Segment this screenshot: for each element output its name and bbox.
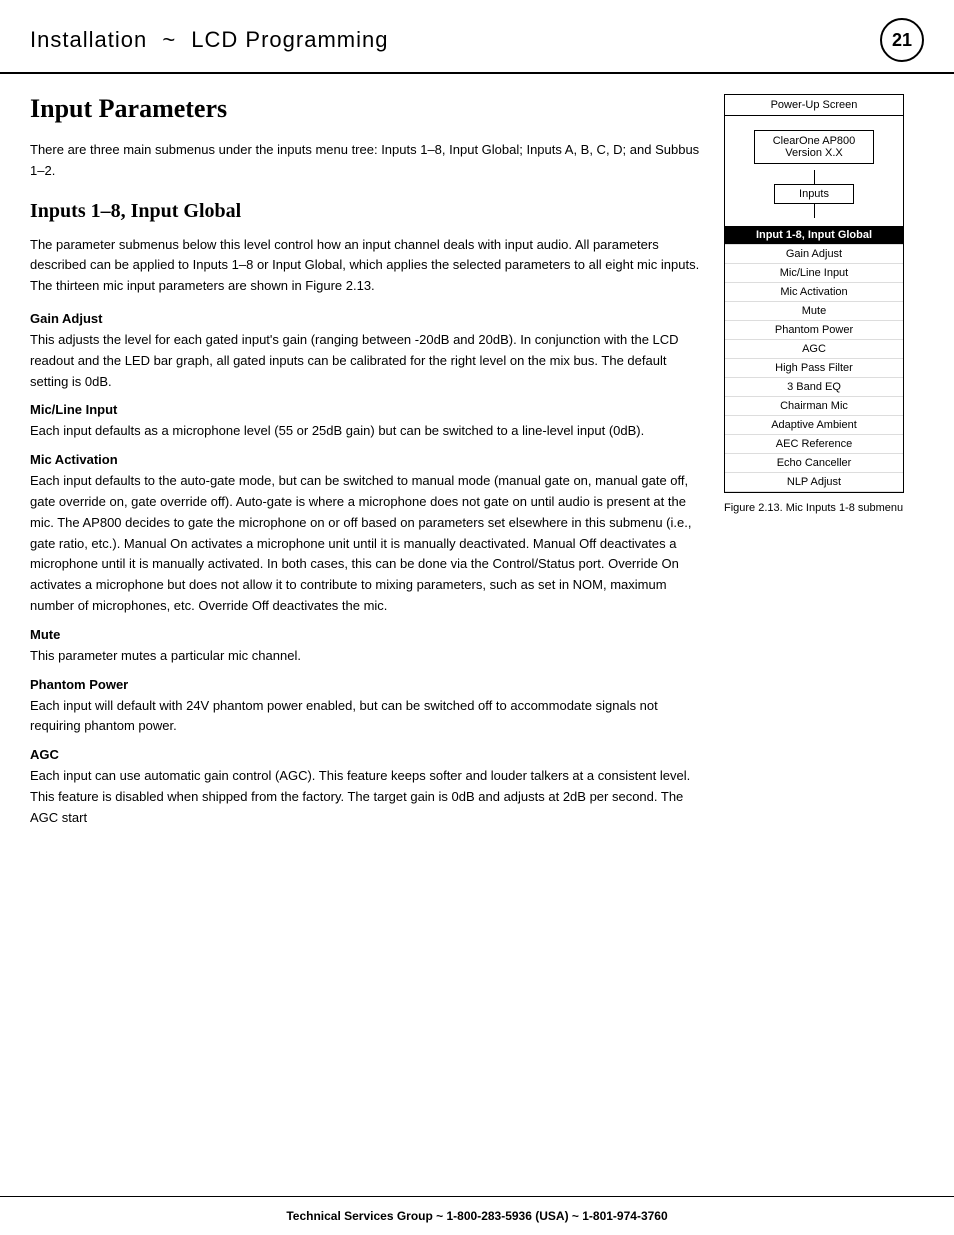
diagram-menu-mic-activation: Mic Activation — [725, 283, 903, 302]
diagram-menu-adaptive-ambient: Adaptive Ambient — [725, 416, 903, 435]
section1-description: The parameter submenus below this level … — [30, 235, 700, 297]
subsection-agc-text: Each input can use automatic gain contro… — [30, 766, 700, 828]
subsection-phantom-power-text: Each input will default with 24V phantom… — [30, 696, 700, 738]
diagram-box: Power-Up Screen ClearOne AP800 Version X… — [724, 94, 904, 493]
footer-text: Technical Services Group ~ 1-800-283-593… — [286, 1209, 667, 1223]
diagram-menu-chairman-mic: Chairman Mic — [725, 397, 903, 416]
footer: Technical Services Group ~ 1-800-283-593… — [0, 1196, 954, 1235]
sidebar: Power-Up Screen ClearOne AP800 Version X… — [724, 94, 924, 835]
diagram-menu-nlp-adjust: NLP Adjust — [725, 473, 903, 492]
subsection-mic-line: Mic/Line Input Each input defaults as a … — [30, 402, 700, 442]
figure-caption: Figure 2.13. Mic Inputs 1-8 submenu — [724, 501, 924, 516]
section1-title: Inputs 1–8, Input Global — [30, 200, 700, 223]
intro-text: There are three main submenus under the … — [30, 140, 700, 182]
diagram-menu-gain-adjust: Gain Adjust — [725, 245, 903, 264]
subsection-mute: Mute This parameter mutes a particular m… — [30, 627, 700, 667]
diagram-menu-mute: Mute — [725, 302, 903, 321]
header-tilde: ~ — [162, 27, 176, 52]
connector2 — [814, 204, 815, 218]
diagram-inputs-box: Inputs — [774, 184, 854, 204]
connector1 — [814, 170, 815, 184]
diagram-highlighted-item: Input 1-8, Input Global — [725, 226, 903, 245]
subsection-phantom-power-title: Phantom Power — [30, 677, 700, 692]
subsection-mic-activation-text: Each input defaults to the auto-gate mod… — [30, 471, 700, 617]
subsection-gain-adjust: Gain Adjust This adjusts the level for e… — [30, 311, 700, 392]
diagram-menu-list: Gain Adjust Mic/Line Input Mic Activatio… — [725, 245, 903, 492]
main-text: Input Parameters There are three main su… — [30, 94, 700, 835]
subsection-agc-title: AGC — [30, 747, 700, 762]
page: Installation ~ LCD Programming 21 Input … — [0, 0, 954, 1235]
diagram-menu-aec-reference: AEC Reference — [725, 435, 903, 454]
subsection-mute-text: This parameter mutes a particular mic ch… — [30, 646, 700, 667]
page-title: Input Parameters — [30, 94, 700, 124]
subsection-mute-title: Mute — [30, 627, 700, 642]
subsection-mic-activation: Mic Activation Each input defaults to th… — [30, 452, 700, 617]
clearone-line2: Version X.X — [785, 147, 842, 159]
diagram-menu-3band-eq: 3 Band EQ — [725, 378, 903, 397]
subsection-gain-adjust-text: This adjusts the level for each gated in… — [30, 330, 700, 392]
diagram-menu-high-pass-filter: High Pass Filter — [725, 359, 903, 378]
page-number: 21 — [880, 18, 924, 62]
header-title: Installation ~ LCD Programming — [30, 27, 870, 53]
subsection-mic-activation-title: Mic Activation — [30, 452, 700, 467]
header-subtitle: LCD Programming — [191, 27, 388, 52]
clearone-line1: ClearOne AP800 — [773, 135, 856, 147]
subsection-gain-adjust-title: Gain Adjust — [30, 311, 700, 326]
subsection-mic-line-title: Mic/Line Input — [30, 402, 700, 417]
subsection-mic-line-text: Each input defaults as a microphone leve… — [30, 421, 700, 442]
diagram-menu-echo-canceller: Echo Canceller — [725, 454, 903, 473]
subsection-phantom-power: Phantom Power Each input will default wi… — [30, 677, 700, 738]
diagram-menu-phantom-power: Phantom Power — [725, 321, 903, 340]
subsection-agc: AGC Each input can use automatic gain co… — [30, 747, 700, 828]
diagram-clearone-box: ClearOne AP800 Version X.X — [754, 130, 874, 164]
diagram-top-section: ClearOne AP800 Version X.X Inputs — [725, 116, 903, 226]
diagram-power-up-header: Power-Up Screen — [725, 95, 903, 116]
diagram-menu-agc: AGC — [725, 340, 903, 359]
diagram-menu-mic-line: Mic/Line Input — [725, 264, 903, 283]
content-area: Input Parameters There are three main su… — [0, 74, 954, 855]
page-header: Installation ~ LCD Programming 21 — [0, 0, 954, 74]
header-installation: Installation — [30, 27, 147, 52]
